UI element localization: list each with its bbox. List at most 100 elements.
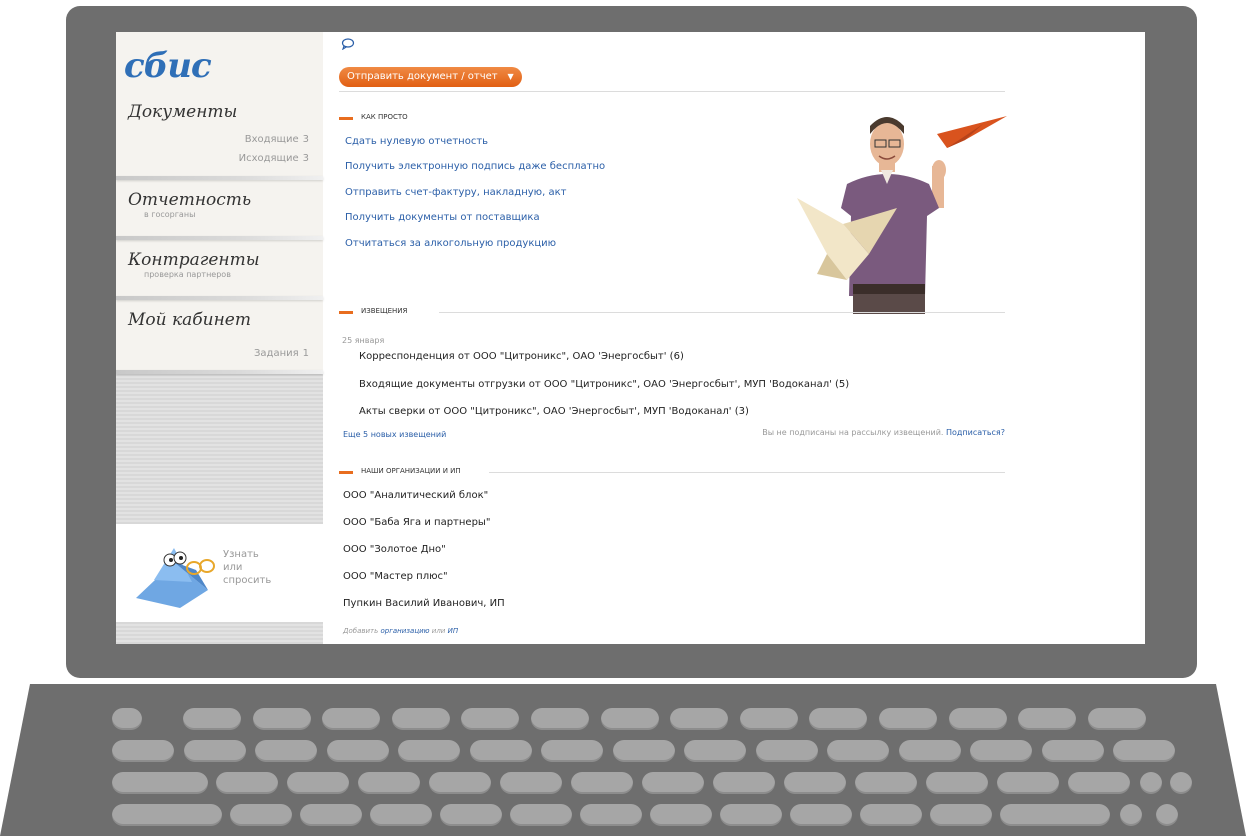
keyboard-key	[600, 708, 659, 730]
section-rule	[489, 472, 1005, 473]
notice-item[interactable]: Корреспонденция от ООО "Цитроникс", ОАО …	[359, 351, 684, 362]
sidebar-item-reporting[interactable]: Отчетность	[128, 190, 251, 210]
help-line-2: или	[223, 562, 243, 573]
sidebar-item-cabinet[interactable]: Мой кабинет	[128, 310, 251, 330]
keyboard-key	[1156, 804, 1178, 826]
sidebar-item-contractors[interactable]: Контрагенты	[128, 250, 260, 270]
sidebar: сбис Документы Входящие 3 Исходящие 3 Отче…	[116, 32, 323, 644]
link-digital-signature[interactable]: Получить электронную подпись даже беспла…	[345, 161, 605, 172]
keyboard	[0, 684, 1246, 836]
keyboard-key	[112, 804, 222, 826]
keyboard-key	[930, 804, 992, 826]
keyboard-key	[469, 740, 532, 762]
help-text[interactable]: Узнать или спросить	[223, 548, 271, 587]
bird-mascot-icon	[136, 548, 215, 608]
sidebar-divider	[116, 176, 323, 180]
sidebar-divider	[116, 296, 323, 300]
subscribe-link[interactable]: Подписаться?	[946, 428, 1005, 437]
keyboard-key	[398, 740, 460, 762]
keyboard-key	[670, 708, 729, 730]
section-marker	[339, 311, 353, 314]
sidebar-link-incoming[interactable]: Входящие 3	[245, 134, 309, 145]
org-item[interactable]: ООО "Мастер плюс"	[343, 571, 448, 582]
keyboard-key	[322, 708, 381, 730]
keyboard-key	[720, 804, 782, 826]
org-item[interactable]: ООО "Золотое Дно"	[343, 544, 446, 555]
sidebar-item-documents[interactable]: Документы	[128, 102, 237, 122]
keyboard-key	[326, 740, 389, 762]
keyboard-key	[391, 708, 450, 730]
send-document-button[interactable]: Отправить документ / отчет ▼	[339, 67, 522, 87]
section-marker	[339, 117, 353, 120]
keyboard-key	[855, 772, 917, 794]
screen: сбис Документы Входящие 3 Исходящие 3 Отче…	[116, 32, 1145, 644]
keyboard-key	[112, 740, 174, 762]
keyboard-key	[1041, 740, 1104, 762]
keyboard-key	[684, 740, 746, 762]
keyboard-key	[1120, 804, 1142, 826]
keyboard-key	[827, 740, 889, 762]
sidebar-subtitle-contractors: проверка партнеров	[144, 270, 231, 279]
keyboard-key	[216, 772, 278, 794]
keyboard-key	[252, 708, 311, 730]
keyboard-key	[739, 708, 798, 730]
keyboard-key	[970, 740, 1032, 762]
org-item[interactable]: ООО "Баба Яга и партнеры"	[343, 517, 490, 528]
notice-item[interactable]: Акты сверки от ООО "Цитроникс", ОАО 'Эне…	[359, 406, 749, 417]
laptop-base	[0, 684, 1246, 836]
keyboard-key	[230, 804, 292, 826]
keyboard-key	[1068, 772, 1130, 794]
tasks-label: Задания	[253, 348, 299, 359]
add-ip-link[interactable]: ИП	[448, 627, 459, 635]
link-alcohol-report[interactable]: Отчитаться за алкогольную продукцию	[345, 238, 556, 249]
promo-photo	[797, 116, 1007, 314]
add-prefix: Добавить	[343, 627, 379, 635]
sidebar-link-outgoing[interactable]: Исходящие 3	[239, 153, 309, 164]
section-notices: ИЗВЕЩЕНИЯ	[339, 306, 1005, 318]
keyboard-key	[183, 740, 246, 762]
sidebar-divider	[116, 236, 323, 240]
keyboard-key	[713, 772, 775, 794]
keyboard-key	[948, 708, 1007, 730]
keyboard-key	[370, 804, 432, 826]
outgoing-count: 3	[302, 153, 309, 164]
keyboard-key	[541, 740, 603, 762]
help-line-1: Узнать	[223, 549, 259, 560]
help-line-3: спросить	[223, 575, 272, 586]
keyboard-key	[1087, 708, 1146, 730]
notice-date: 25 января	[342, 336, 385, 345]
add-organization-link[interactable]: организацию	[380, 627, 429, 635]
main-content: Отправить документ / отчет ▼ КАК ПРОСТО …	[323, 32, 1145, 644]
org-item[interactable]: Пупкин Василий Иванович, ИП	[343, 598, 505, 609]
link-zero-report[interactable]: Сдать нулевую отчетность	[345, 136, 488, 147]
subscribe-row: Вы не подписаны на рассылку извещений. П…	[762, 428, 1005, 437]
sidebar-link-tasks[interactable]: Задания 1	[254, 348, 309, 359]
incoming-count: 3	[302, 134, 309, 145]
keyboard-key	[429, 772, 491, 794]
notice-item[interactable]: Входящие документы отгрузки от ООО "Цитр…	[359, 379, 849, 390]
sbis-logo[interactable]: сбис	[124, 46, 212, 86]
link-get-documents[interactable]: Получить документы от поставщика	[345, 212, 540, 223]
keyboard-key	[571, 772, 633, 794]
sidebar-spacer	[116, 372, 323, 524]
keyboard-key	[809, 708, 868, 730]
keyboard-key	[1018, 708, 1077, 730]
link-send-invoice[interactable]: Отправить счет-фактуру, накладную, акт	[345, 187, 566, 198]
sidebar-bottom	[116, 622, 323, 644]
keyboard-key	[755, 740, 818, 762]
keyboard-key	[358, 772, 420, 794]
sidebar-subtitle-reporting: в госорганы	[144, 210, 196, 219]
add-org-row: Добавить организацию или ИП	[343, 627, 458, 635]
chat-icon[interactable]	[341, 38, 355, 50]
keyboard-key	[898, 740, 961, 762]
keyboard-key	[790, 804, 852, 826]
keyboard-key	[879, 708, 937, 730]
keyboard-key	[531, 708, 589, 730]
keyboard-key	[642, 772, 704, 794]
add-or: или	[431, 627, 446, 635]
keyboard-key	[1113, 740, 1175, 762]
org-item[interactable]: ООО "Аналитический блок"	[343, 490, 488, 501]
keyboard-key	[612, 740, 675, 762]
more-notices-link[interactable]: Еще 5 новых извещений	[343, 430, 446, 439]
keyboard-key	[112, 772, 208, 794]
